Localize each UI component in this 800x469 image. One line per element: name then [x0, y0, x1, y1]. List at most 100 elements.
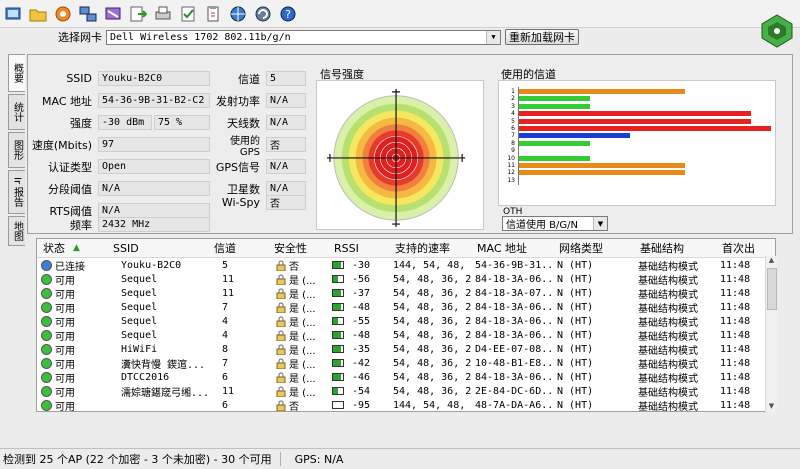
- signal-bar-fill: [333, 262, 341, 268]
- table-row[interactable]: 已连接 Youku-B2C0 5 否 -30 144, 54, 48, 3... 54-36…: [37, 258, 775, 272]
- cell-rssi: -42: [328, 356, 389, 370]
- status-text: 可用: [55, 331, 75, 343]
- col-status[interactable]: 状态 ▲: [37, 239, 107, 257]
- status-text: 已连接: [55, 261, 85, 273]
- adapter-row: 选择网卡 Dell Wireless 1702 802.11b/g/n ▼ 重新…: [58, 28, 579, 46]
- infrastructure-text: 基础结构模式: [638, 261, 698, 273]
- col-infrastructure[interactable]: 基础结构: [634, 239, 716, 257]
- globe-icon[interactable]: [227, 3, 249, 25]
- channel-bar: [519, 103, 590, 109]
- infrastructure-text: 基础结构模式: [638, 317, 698, 329]
- record-icon[interactable]: [52, 3, 74, 25]
- open-folder-icon[interactable]: [27, 3, 49, 25]
- table-row[interactable]: 可用 Sequel 11 是 (... -37 54, 48, 36, 24... 84-1…: [37, 286, 775, 300]
- table-row[interactable]: 可用 HiWiFi 8 是 (... -35 54, 48, 36, 24... D4-EE…: [37, 342, 775, 356]
- adapter-select-value: Dell Wireless 1702 802.11b/g/n: [110, 31, 291, 43]
- network-type-text: N (HT): [557, 329, 594, 341]
- cell-first-seen: 11:48: [716, 272, 766, 286]
- lock-icon: [276, 386, 286, 397]
- network-icon[interactable]: [77, 3, 99, 25]
- detail-row: 频率 2432 MHz: [28, 217, 210, 232]
- scroll-down-icon[interactable]: ▼: [766, 402, 777, 412]
- cell-first-seen: 11:48: [716, 370, 766, 384]
- table-scrollbar[interactable]: ▲ ▼: [765, 256, 777, 412]
- cell-first-seen: 11:48: [716, 300, 766, 314]
- unlocked-icon: [276, 400, 286, 411]
- cell-first-seen: 11:48: [716, 258, 766, 272]
- table-row[interactable]: 可用 6 否 -95 144, 54, 48, 3... 48-7A-DA-A6... N …: [37, 398, 775, 411]
- table-row[interactable]: 可用 DTCC2016 6 是 (... -46 54, 48, 36, 24... 84-…: [37, 370, 775, 384]
- table-row[interactable]: 可用 Sequel 11 是 (... -56 54, 48, 36, 24... 84-1…: [37, 272, 775, 286]
- tab-map[interactable]: 地图: [8, 216, 25, 246]
- cell-channel: 5: [208, 258, 268, 272]
- infrastructure-text: 基础结构模式: [638, 345, 698, 357]
- col-mac-label: MAC 地址: [477, 242, 527, 255]
- network-type-text: N (HT): [557, 357, 594, 369]
- signal-bar-icon: [332, 345, 344, 353]
- security-text: 是 (...: [289, 345, 316, 357]
- cell-infrastructure: 基础结构模式: [634, 342, 716, 357]
- status-text: 可用: [55, 345, 75, 357]
- inssider-logo-icon: [761, 14, 793, 48]
- tab-summary[interactable]: 概要: [8, 54, 25, 92]
- table-row[interactable]: 可用 濡婃瑭鍖窚弓缃... 11 是 (... -54 54, 48, 36, 24...…: [37, 384, 775, 398]
- first-seen-text: 11:48: [720, 343, 751, 355]
- col-channel[interactable]: 信道: [208, 239, 268, 257]
- update-icon[interactable]: [252, 3, 274, 25]
- rates-text: 54, 48, 36, 24...: [393, 301, 471, 313]
- start-icon[interactable]: [2, 3, 24, 25]
- table-row[interactable]: 可用 Sequel 4 是 (... -48 54, 48, 36, 24... 84-18…: [37, 328, 775, 342]
- export-icon[interactable]: [127, 3, 149, 25]
- col-first-seen[interactable]: 首次出: [716, 239, 766, 257]
- cell-mac: 84-18-3A-06...: [471, 328, 553, 342]
- adapter-select[interactable]: Dell Wireless 1702 802.11b/g/n ▼: [106, 29, 501, 45]
- col-mac[interactable]: MAC 地址: [471, 239, 553, 257]
- rssi-text: -54: [352, 385, 371, 397]
- clipboard-icon[interactable]: [202, 3, 224, 25]
- mac-text: D4-EE-07-08...: [475, 343, 553, 355]
- col-security[interactable]: 安全性: [268, 239, 328, 257]
- cell-ssid: Youku-B2C0: [107, 258, 208, 272]
- signal-bar-icon: [332, 359, 344, 367]
- tab-report[interactable]: Ir 报告: [8, 170, 25, 214]
- cell-rssi: -35: [328, 342, 389, 356]
- cell-rates: 54, 48, 36, 24...: [389, 356, 471, 370]
- table-row[interactable]: 可用 瀵快背慢 鍥逭... 7 是 (... -42 54, 48, 36, 24... 1…: [37, 356, 775, 370]
- detail-value: -30 dBm: [98, 115, 152, 130]
- channel-text: 8: [222, 343, 229, 355]
- cell-rates: 54, 48, 36, 24...: [389, 272, 471, 286]
- chevron-down-icon[interactable]: ▼: [593, 217, 607, 230]
- col-rssi[interactable]: RSSI: [328, 239, 389, 257]
- table-row[interactable]: 可用 Sequel 4 是 (... -55 54, 48, 36, 24... 84-18…: [37, 314, 775, 328]
- rates-text: 54, 48, 36, 24...: [393, 329, 471, 341]
- print-icon[interactable]: [152, 3, 174, 25]
- channel-number: 8: [511, 139, 515, 147]
- chevron-down-icon[interactable]: ▼: [486, 30, 500, 44]
- scroll-thumb[interactable]: [767, 268, 777, 310]
- cell-rssi: -56: [328, 272, 389, 286]
- checklist-icon[interactable]: [177, 3, 199, 25]
- lock-icon: [276, 302, 286, 313]
- scroll-up-icon[interactable]: ▲: [766, 256, 777, 266]
- security-text: 是 (...: [289, 359, 316, 371]
- tab-graph[interactable]: 图形: [8, 132, 25, 168]
- available-icon: [41, 343, 52, 355]
- tab-stats[interactable]: 统计: [8, 94, 25, 130]
- help-icon[interactable]: ?: [277, 3, 299, 25]
- col-ssid[interactable]: SSID: [107, 239, 208, 257]
- col-network-type[interactable]: 网络类型: [553, 239, 634, 257]
- security-text: 是 (...: [289, 275, 316, 287]
- table-row[interactable]: 可用 Sequel 7 是 (... -48 54, 48, 36, 24... 84-18…: [37, 300, 775, 314]
- rates-text: 144, 54, 48, 3...: [393, 399, 471, 411]
- cell-network-type: N (HT): [553, 356, 634, 370]
- reload-adapter-button[interactable]: 重新加载网卡: [505, 29, 579, 45]
- cell-network-type: N (HT): [553, 272, 634, 286]
- detail-label: GPS信号: [215, 160, 260, 174]
- filter-icon[interactable]: [102, 3, 124, 25]
- channel-number: 13: [507, 176, 515, 184]
- cell-rssi: -30: [328, 258, 389, 272]
- available-icon: [41, 329, 52, 341]
- col-rates[interactable]: 支持的速率: [389, 239, 471, 257]
- channel-mode-select[interactable]: 信道使用 B/G/N ▼: [502, 216, 608, 231]
- infrastructure-text: 基础结构模式: [638, 359, 698, 371]
